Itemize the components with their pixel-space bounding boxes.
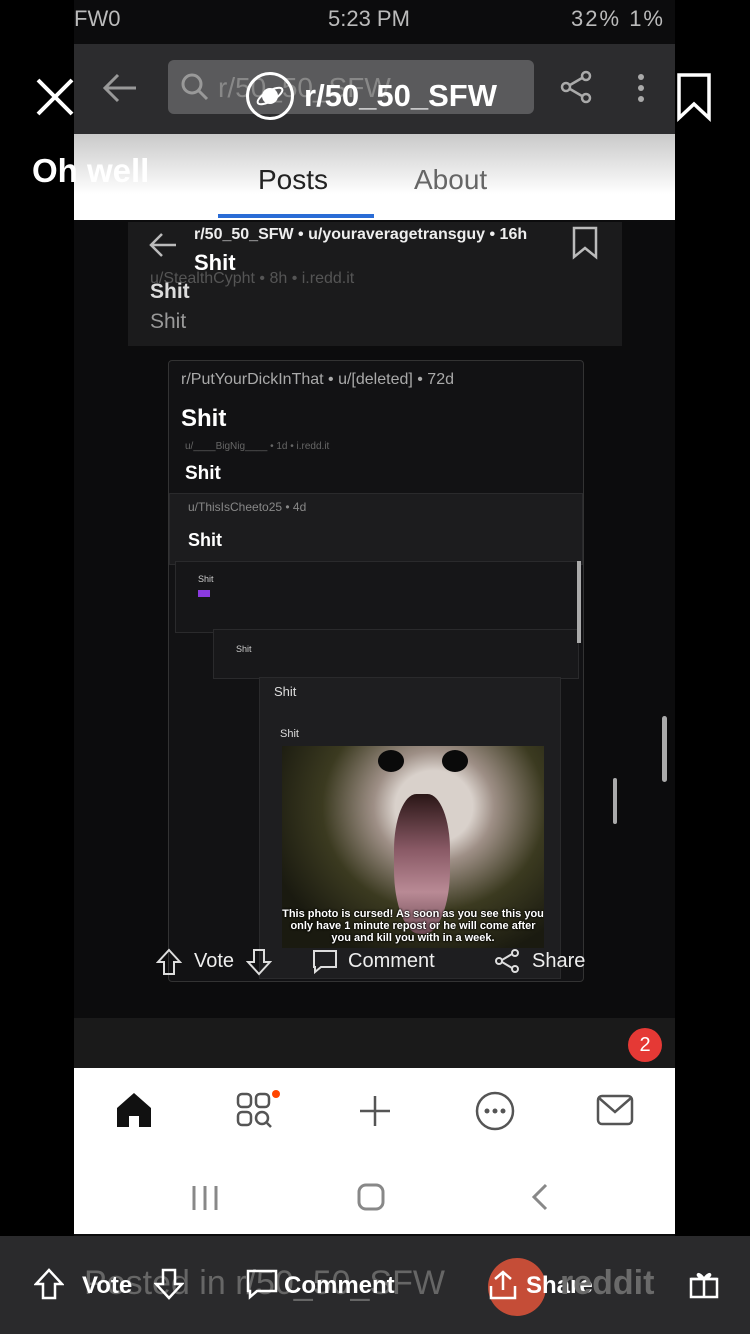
vote-label: Vote bbox=[194, 950, 235, 972]
post-header[interactable]: r/50_50_SFW • u/youraveragetransguy • 16… bbox=[128, 222, 622, 346]
nested-title: Shit bbox=[236, 644, 252, 654]
comment-button[interactable]: Comment bbox=[348, 950, 435, 973]
search-icon bbox=[180, 72, 210, 102]
subreddit-title-text: r/50_50_SFW bbox=[304, 78, 497, 113]
nested-title: Shit bbox=[188, 530, 222, 550]
gift-icon[interactable] bbox=[688, 1268, 720, 1300]
downvote-icon[interactable] bbox=[154, 1268, 184, 1300]
story-footer: Posted in r/50_50_SFW Vote Comment Share… bbox=[0, 1236, 750, 1334]
status-time: 5:23 PM bbox=[328, 6, 410, 31]
nested-title: Shit bbox=[280, 728, 299, 740]
back-button-icon[interactable] bbox=[530, 1182, 550, 1212]
reddit-logo: reddit bbox=[560, 1264, 655, 1302]
bottom-nav bbox=[74, 1068, 675, 1164]
system-nav-bar bbox=[74, 1164, 675, 1234]
embedded-title: Shit bbox=[185, 463, 221, 484]
ghost-nav bbox=[74, 1018, 675, 1070]
bookmark-icon[interactable] bbox=[676, 72, 712, 122]
comment-button[interactable]: Comment bbox=[284, 1272, 395, 1300]
home-icon[interactable] bbox=[114, 1090, 154, 1130]
downvote-icon[interactable] bbox=[246, 948, 272, 976]
story-caption: Oh well bbox=[32, 152, 150, 189]
nested-post: Shit bbox=[213, 629, 579, 679]
nested-post: Shit bbox=[175, 561, 579, 633]
share-button[interactable]: Share bbox=[532, 950, 585, 973]
post-action-row: Vote Comment Share bbox=[128, 930, 622, 990]
embedded-meta: u/____BigNig____ • 1d • i.redd.it bbox=[185, 441, 330, 452]
communities-icon[interactable] bbox=[236, 1090, 280, 1130]
status-battery: 32% 1% bbox=[571, 6, 665, 31]
cursed-photo: This photo is cursed! As soon as you see… bbox=[282, 746, 544, 948]
scrollbar[interactable] bbox=[577, 561, 581, 643]
back-arrow-icon[interactable] bbox=[102, 72, 138, 104]
home-button-icon[interactable] bbox=[356, 1182, 386, 1212]
tab-underline bbox=[218, 214, 374, 218]
comment-icon[interactable] bbox=[312, 948, 338, 974]
flair-tag bbox=[198, 590, 210, 597]
more-options-icon[interactable] bbox=[636, 72, 646, 104]
post-line: Shit bbox=[150, 310, 187, 333]
nested-meta: u/ThisIsCheeto25 • 4d bbox=[188, 500, 307, 514]
nested-post: u/ThisIsCheeto25 • 4d Shit bbox=[169, 493, 583, 565]
scrollbar[interactable] bbox=[613, 778, 617, 824]
eye bbox=[442, 750, 468, 772]
chat-icon[interactable] bbox=[474, 1090, 516, 1132]
planet-icon bbox=[246, 72, 294, 120]
subreddit-title[interactable]: r/50_50_SFW bbox=[246, 72, 497, 120]
tab-about[interactable]: About bbox=[414, 164, 487, 196]
embedded-title: Shit bbox=[181, 405, 227, 432]
status-left: FW0 bbox=[74, 6, 121, 31]
upvote-icon[interactable] bbox=[34, 1268, 64, 1300]
recent-apps-icon[interactable] bbox=[190, 1184, 220, 1212]
scrollbar[interactable] bbox=[662, 716, 667, 782]
eye bbox=[378, 750, 404, 772]
back-arrow-icon[interactable] bbox=[148, 230, 178, 260]
share-icon[interactable] bbox=[560, 70, 592, 104]
tab-posts[interactable]: Posts bbox=[258, 164, 328, 196]
bookmark-icon[interactable] bbox=[572, 226, 598, 260]
comment-icon[interactable] bbox=[246, 1268, 278, 1300]
share-icon[interactable] bbox=[488, 1270, 518, 1300]
nested-title: Shit bbox=[274, 684, 297, 699]
upvote-icon[interactable] bbox=[156, 948, 182, 976]
close-icon[interactable] bbox=[34, 76, 76, 118]
embedded-meta: r/PutYourDickInThat • u/[deleted] • 72d bbox=[181, 371, 454, 388]
vote-label: Vote bbox=[82, 1272, 133, 1299]
tab-bar: Posts About bbox=[74, 134, 675, 220]
inbox-icon[interactable] bbox=[596, 1094, 634, 1126]
post-line: Shit bbox=[150, 280, 190, 303]
nested-title: Shit bbox=[198, 574, 214, 584]
status-bar: FW0 5:23 PM 32% 1% bbox=[74, 0, 675, 40]
notification-badge: 2 bbox=[628, 1028, 662, 1062]
create-post-icon[interactable] bbox=[358, 1094, 392, 1128]
post-meta: r/50_50_SFW • u/youraveragetransguy • 16… bbox=[194, 226, 528, 243]
share-icon[interactable] bbox=[494, 948, 520, 974]
